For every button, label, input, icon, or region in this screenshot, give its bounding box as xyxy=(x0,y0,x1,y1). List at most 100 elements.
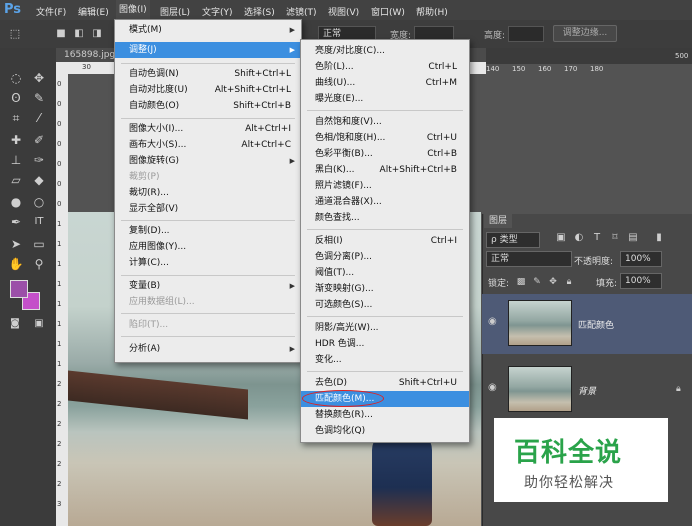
clone-stamp-icon[interactable]: ⊥ xyxy=(7,152,25,168)
new-selection-icon[interactable]: ■ xyxy=(52,26,70,42)
menu-layer[interactable]: 图层(L) xyxy=(160,5,190,18)
menu-item-canvas-size[interactable]: 画布大小(S)... Alt+Ctrl+C xyxy=(115,137,301,153)
visibility-eye-icon[interactable]: ◉ xyxy=(488,316,497,327)
menu-filter[interactable]: 滤镜(T) xyxy=(286,5,317,18)
menu-item-auto-contrast[interactable]: 自动对比度(U) Alt+Shift+Ctrl+L xyxy=(115,82,301,98)
zoom-tool-icon[interactable]: ⚲ xyxy=(30,256,48,272)
menu-item-image-size[interactable]: 图像大小(I)... Alt+Ctrl+I xyxy=(115,121,301,137)
subtract-selection-icon[interactable]: ◨ xyxy=(88,26,106,42)
add-selection-icon[interactable]: ◧ xyxy=(70,26,88,42)
hand-tool-icon[interactable]: ✋ xyxy=(7,256,25,272)
menu-item-equalize[interactable]: 色调均化(Q) xyxy=(301,423,469,439)
ruler-number: 1 xyxy=(57,320,62,328)
menu-item-shadows-highlights[interactable]: 阴影/高光(W)... xyxy=(301,320,469,336)
screen-mode-icon[interactable]: ▣ xyxy=(30,316,48,332)
dodge-tool-icon[interactable]: ○ xyxy=(30,194,48,210)
menu-item-auto-color[interactable]: 自动颜色(O) Shift+Ctrl+B xyxy=(115,98,301,114)
marquee-tool-icon[interactable]: ◌ xyxy=(7,70,25,86)
menu-item-auto-tone[interactable]: 自动色调(N) Shift+Ctrl+L xyxy=(115,66,301,82)
fill-input[interactable]: 100% xyxy=(620,273,662,289)
type-tool-icon[interactable]: IT xyxy=(30,214,48,230)
paint-bucket-icon[interactable]: ◆ xyxy=(30,172,48,188)
menu-item-apply-image[interactable]: 应用图像(Y)... xyxy=(115,239,301,255)
menu-select[interactable]: 选择(S) xyxy=(244,5,275,18)
menu-item-apply-data-set[interactable]: 应用数据组(L)... xyxy=(115,294,301,310)
visibility-eye-icon[interactable]: ◉ xyxy=(488,382,497,393)
menu-type[interactable]: 文字(Y) xyxy=(202,5,233,18)
opacity-input[interactable]: 100% xyxy=(620,251,662,267)
menu-file[interactable]: 文件(F) xyxy=(36,5,66,18)
blend-mode-select[interactable]: 正常 xyxy=(486,251,572,267)
lock-all-icon[interactable]: 🔒︎ xyxy=(560,274,578,290)
filter-pixel-icon[interactable]: ▣ xyxy=(552,230,570,246)
menu-item-selective-color[interactable]: 可选颜色(S)... xyxy=(301,297,469,313)
menu-item-variations[interactable]: 变化... xyxy=(301,352,469,368)
menu-item-color-balance[interactable]: 色彩平衡(B)... Ctrl+B xyxy=(301,146,469,162)
layer-filter-select[interactable]: ρ 类型 xyxy=(486,232,540,248)
menu-item-desaturate[interactable]: 去色(D) Shift+Ctrl+U xyxy=(301,375,469,391)
quick-select-icon[interactable]: ✎ xyxy=(30,90,48,106)
menu-view[interactable]: 视图(V) xyxy=(328,5,359,18)
menu-item-vibrance[interactable]: 自然饱和度(V)... xyxy=(301,114,469,130)
menu-item-posterize[interactable]: 色调分离(P)... xyxy=(301,249,469,265)
menu-item-levels[interactable]: 色阶(L)... Ctrl+L xyxy=(301,59,469,75)
menu-item-mode[interactable]: 模式(M) ▶ xyxy=(115,22,301,38)
lasso-tool-icon[interactable]: ʘ xyxy=(7,90,25,106)
menu-image[interactable]: 图像(I) xyxy=(116,0,150,20)
move-tool-icon[interactable]: ✥ xyxy=(30,70,48,86)
menu-help[interactable]: 帮助(H) xyxy=(416,5,448,18)
menu-item-color-lookup[interactable]: 颜色查找... xyxy=(301,210,469,226)
refine-edge-button[interactable]: 调整边缘... xyxy=(553,25,617,42)
foreground-color-swatch[interactable] xyxy=(10,280,28,298)
menu-item-threshold[interactable]: 阈值(T)... xyxy=(301,265,469,281)
ruler-number: 2 xyxy=(57,420,62,428)
eraser-tool-icon[interactable]: ▱ xyxy=(7,172,25,188)
menu-item-gradient-map[interactable]: 渐变映射(G)... xyxy=(301,281,469,297)
menu-item-replace-color[interactable]: 替换颜色(R)... xyxy=(301,407,469,423)
filter-toggle-icon[interactable]: ▮ xyxy=(650,230,668,246)
menu-item-trim[interactable]: 裁切(R)... xyxy=(115,185,301,201)
quick-mask-icon[interactable]: ◙ xyxy=(6,316,24,332)
brush-tool-icon[interactable]: ✐ xyxy=(30,132,48,148)
menu-item-channel-mixer[interactable]: 通道混合器(X)... xyxy=(301,194,469,210)
menu-separator xyxy=(121,336,295,337)
crop-tool-icon[interactable]: ⌗ xyxy=(7,110,25,126)
filter-adjustment-icon[interactable]: ◐ xyxy=(570,230,588,246)
menu-item-adjust[interactable]: 调整(J) ▶ xyxy=(115,42,301,58)
layer-row-match-color[interactable]: ◉ 匹配颜色 xyxy=(482,294,692,354)
filter-shape-icon[interactable]: ⌑ xyxy=(606,230,624,246)
menu-item-hue-saturation[interactable]: 色相/饱和度(H)... Ctrl+U xyxy=(301,130,469,146)
menu-item-black-white[interactable]: 黑白(K)... Alt+Shift+Ctrl+B xyxy=(301,162,469,178)
layers-tab[interactable]: 图层 xyxy=(484,214,512,228)
menu-item-exposure[interactable]: 曝光度(E)... xyxy=(301,91,469,107)
eyedropper-icon[interactable]: ⁄ xyxy=(30,110,48,126)
menu-item-hdr-toning[interactable]: HDR 色调... xyxy=(301,336,469,352)
menu-item-calculations[interactable]: 计算(C)... xyxy=(115,255,301,271)
healing-brush-icon[interactable]: ✚ xyxy=(7,132,25,148)
filter-smart-object-icon[interactable]: ▤ xyxy=(624,230,642,246)
menu-item-analysis[interactable]: 分析(A) ▶ xyxy=(115,341,301,357)
menu-item-curves[interactable]: 曲线(U)... Ctrl+M xyxy=(301,75,469,91)
menu-item-invert[interactable]: 反相(I) Ctrl+I xyxy=(301,233,469,249)
marquee-options-icon[interactable]: ⬚ xyxy=(6,26,24,42)
layer-thumbnail xyxy=(508,366,572,412)
menu-edit[interactable]: 编辑(E) xyxy=(78,5,109,18)
menu-item-duplicate[interactable]: 复制(D)... xyxy=(115,223,301,239)
menu-item-photo-filter[interactable]: 照片滤镜(F)... xyxy=(301,178,469,194)
height-input[interactable] xyxy=(508,26,544,42)
layer-row-background[interactable]: ◉ 背景 🔒︎ xyxy=(482,360,692,420)
filter-type-icon[interactable]: T xyxy=(588,230,606,246)
menu-item-crop[interactable]: 裁剪(P) xyxy=(115,169,301,185)
history-brush-icon[interactable]: ✑ xyxy=(30,152,48,168)
menu-item-trap[interactable]: 陷印(T)... xyxy=(115,317,301,333)
menu-item-brightness-contrast[interactable]: 亮度/对比度(C)... xyxy=(301,43,469,59)
menu-item-reveal-all[interactable]: 显示全部(V) xyxy=(115,201,301,217)
menu-item-image-rotation[interactable]: 图像旋转(G) ▶ xyxy=(115,153,301,169)
ruler-number: 2 xyxy=(57,400,62,408)
menu-window[interactable]: 窗口(W) xyxy=(371,5,405,18)
blur-tool-icon[interactable]: ● xyxy=(7,194,25,210)
menu-item-variables[interactable]: 变量(B) ▶ xyxy=(115,278,301,294)
pen-tool-icon[interactable]: ✒ xyxy=(7,214,25,230)
path-select-icon[interactable]: ➤ xyxy=(7,236,25,252)
shape-tool-icon[interactable]: ▭ xyxy=(30,236,48,252)
